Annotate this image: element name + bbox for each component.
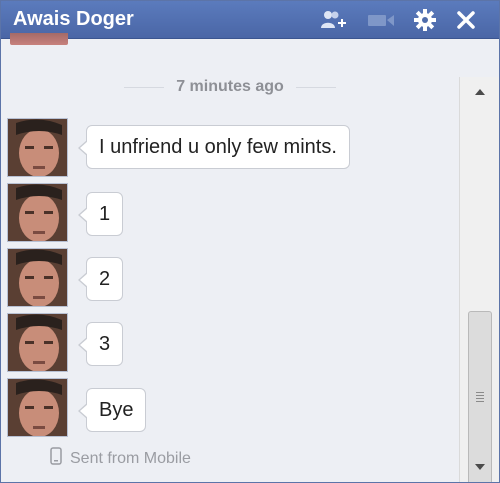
avatar[interactable] [7, 183, 68, 242]
chat-window: Awais Doger 7 minutes ago I unfriend u o… [0, 0, 500, 483]
chat-body[interactable]: 7 minutes ago I unfriend u only few mint… [1, 33, 499, 482]
message-bubble[interactable]: 3 [77, 322, 124, 366]
message-timestamp: 7 minutes ago [176, 78, 284, 95]
avatar [10, 33, 68, 45]
video-call-icon[interactable] [366, 9, 396, 31]
avatar[interactable] [7, 378, 68, 437]
gear-icon[interactable] [413, 9, 437, 31]
sent-from-label: Sent from Mobile [70, 449, 191, 467]
message-bubble[interactable]: I unfriend u only few mints. [78, 125, 350, 169]
add-friend-icon[interactable] [321, 9, 347, 31]
message-text: I unfriend u only few mints. [99, 135, 337, 158]
message-text: Bye [99, 398, 134, 421]
chat-titlebar[interactable]: Awais Doger [1, 1, 499, 39]
grip-icon [476, 392, 484, 404]
avatar[interactable] [7, 313, 68, 372]
sent-from-mobile: Sent from Mobile [50, 447, 191, 470]
message-text: 1 [99, 202, 111, 225]
chat-title[interactable]: Awais Doger [13, 8, 134, 31]
message-bubble[interactable]: 1 [77, 192, 124, 236]
mobile-phone-icon [50, 447, 70, 470]
avatar[interactable] [7, 118, 68, 177]
timestamp-divider: 7 minutes ago [1, 77, 459, 97]
scrollbar[interactable] [459, 77, 499, 482]
message-text: 2 [99, 267, 111, 290]
message-bubble[interactable]: 2 [77, 257, 124, 301]
scroll-down-arrow[interactable] [460, 452, 499, 482]
avatar[interactable] [7, 248, 68, 307]
close-icon[interactable] [455, 9, 477, 31]
message-text: 3 [99, 332, 111, 355]
message-bubble[interactable]: Bye [77, 388, 147, 432]
scroll-up-arrow[interactable] [460, 77, 499, 107]
